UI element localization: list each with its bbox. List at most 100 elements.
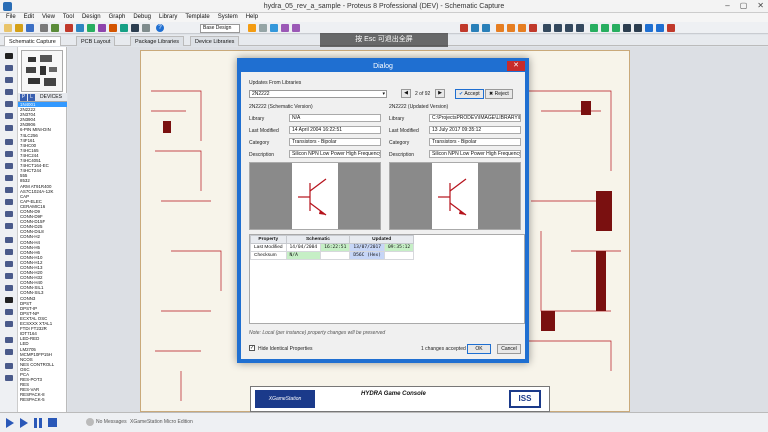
home-icon[interactable] xyxy=(65,24,73,32)
cancel-button[interactable]: Cancel xyxy=(497,344,521,354)
menu-edit[interactable]: Edit xyxy=(24,13,34,22)
source-icon[interactable] xyxy=(131,24,139,32)
netlist-icon[interactable] xyxy=(645,24,653,32)
terminal-icon[interactable] xyxy=(5,139,13,145)
wire-label-icon[interactable] xyxy=(5,89,13,95)
selection-mode-icon[interactable] xyxy=(5,53,13,59)
erc-icon[interactable] xyxy=(667,24,675,32)
device-list-item[interactable]: RESPACK-5 xyxy=(18,397,67,402)
design-variant-select[interactable]: Base Design xyxy=(200,24,240,33)
maximize-button[interactable]: ▢ xyxy=(740,1,748,10)
arc-icon[interactable] xyxy=(5,273,13,279)
component-mode-icon[interactable] xyxy=(5,65,13,71)
symbol-icon[interactable] xyxy=(5,309,13,315)
messages-status[interactable]: No Messages xyxy=(96,419,127,425)
menu-file[interactable]: File xyxy=(6,13,16,22)
line-icon[interactable] xyxy=(5,237,13,243)
circle-icon[interactable] xyxy=(5,261,13,267)
gerber-icon[interactable] xyxy=(109,24,117,32)
tab-pcb-layout[interactable]: PCB Layout xyxy=(76,36,116,46)
cut-icon[interactable] xyxy=(460,24,468,32)
reject-button[interactable]: ✖ Reject xyxy=(485,89,513,99)
run-simulation-icon[interactable] xyxy=(6,418,14,428)
tab-schematic-capture[interactable]: Schematic Capture xyxy=(4,36,61,46)
pick-device-icon[interactable] xyxy=(543,24,551,32)
close-button[interactable]: ✕ xyxy=(757,1,764,10)
origin-icon[interactable] xyxy=(270,24,278,32)
property-tool-icon[interactable] xyxy=(612,24,620,32)
menu-design[interactable]: Design xyxy=(82,13,101,22)
subcircuit-icon[interactable] xyxy=(5,125,13,131)
next-button[interactable]: ▶ xyxy=(435,89,445,98)
minimize-button[interactable]: – xyxy=(725,1,729,10)
graph-icon[interactable] xyxy=(5,163,13,169)
pcb-icon[interactable] xyxy=(87,24,95,32)
help-icon[interactable]: ? xyxy=(156,24,164,32)
marker-icon[interactable] xyxy=(5,321,13,327)
ok-button[interactable]: OK xyxy=(467,344,491,354)
menu-help[interactable]: Help xyxy=(246,13,258,22)
generator-icon[interactable] xyxy=(5,187,13,193)
make-device-icon[interactable] xyxy=(554,24,562,32)
current-probe-icon[interactable] xyxy=(5,211,13,217)
menu-view[interactable]: View xyxy=(42,13,55,22)
block-rotate-icon[interactable] xyxy=(518,24,526,32)
stop-simulation-icon[interactable] xyxy=(48,418,57,427)
menu-tool[interactable]: Tool xyxy=(63,13,74,22)
search-tag-icon[interactable] xyxy=(601,24,609,32)
mirror-x-icon[interactable] xyxy=(5,363,13,369)
tab-device-libraries[interactable]: Device Libraries xyxy=(190,36,240,46)
pause-simulation-icon[interactable] xyxy=(39,418,42,428)
mirror-y-icon[interactable] xyxy=(5,375,13,381)
dialog-close-button[interactable]: ✕ xyxy=(507,61,525,71)
library-manager-button[interactable]: L xyxy=(28,94,35,101)
block-move-icon[interactable] xyxy=(507,24,515,32)
import-icon[interactable] xyxy=(40,24,48,32)
voltage-probe-icon[interactable] xyxy=(5,199,13,205)
bus-icon[interactable] xyxy=(5,113,13,119)
zoom-in-icon[interactable] xyxy=(281,24,289,32)
box-icon[interactable] xyxy=(5,249,13,255)
package-tool-icon[interactable] xyxy=(565,24,573,32)
virtual-instrument-icon[interactable] xyxy=(5,223,13,229)
3d-icon[interactable] xyxy=(98,24,106,32)
text-script-icon[interactable] xyxy=(5,101,13,107)
new-file-icon[interactable] xyxy=(4,24,12,32)
menu-debug[interactable]: Debug xyxy=(133,13,151,22)
pin-icon[interactable] xyxy=(5,151,13,157)
remove-sheet-icon[interactable] xyxy=(634,24,642,32)
paste-icon[interactable] xyxy=(482,24,490,32)
bill-of-materials-icon[interactable] xyxy=(656,24,664,32)
notes-icon[interactable] xyxy=(142,24,150,32)
junction-icon[interactable] xyxy=(5,77,13,83)
redraw-icon[interactable] xyxy=(248,24,256,32)
rotate-ccw-icon[interactable] xyxy=(5,349,13,355)
menu-library[interactable]: Library xyxy=(159,13,177,22)
pick-from-library-button[interactable]: P xyxy=(20,94,27,101)
save-icon[interactable] xyxy=(26,24,34,32)
step-simulation-icon[interactable] xyxy=(20,418,28,428)
block-copy-icon[interactable] xyxy=(496,24,504,32)
export-icon[interactable] xyxy=(51,24,59,32)
new-sheet-icon[interactable] xyxy=(623,24,631,32)
copy-icon[interactable] xyxy=(471,24,479,32)
open-folder-icon[interactable] xyxy=(15,24,23,32)
accept-button[interactable]: ✔ Accept xyxy=(455,89,484,99)
menu-system[interactable]: System xyxy=(218,13,238,22)
menu-template[interactable]: Template xyxy=(185,13,209,22)
hide-identical-checkbox[interactable]: ✓ xyxy=(249,345,255,351)
zoom-out-icon[interactable] xyxy=(292,24,300,32)
path-icon[interactable] xyxy=(5,285,13,291)
schematic-icon[interactable] xyxy=(76,24,84,32)
menu-graph[interactable]: Graph xyxy=(109,13,126,22)
bom-icon[interactable] xyxy=(120,24,128,32)
wire-autorouter-icon[interactable] xyxy=(590,24,598,32)
tape-recorder-icon[interactable] xyxy=(5,175,13,181)
grid-icon[interactable] xyxy=(259,24,267,32)
tab-package-libraries[interactable]: Package Libraries xyxy=(130,36,185,46)
prev-button[interactable]: ◀ xyxy=(401,89,411,98)
part-select[interactable]: 2N2222 ▾ xyxy=(249,90,387,98)
decompose-icon[interactable] xyxy=(576,24,584,32)
block-delete-icon[interactable] xyxy=(529,24,537,32)
rotate-cw-icon[interactable] xyxy=(5,337,13,343)
